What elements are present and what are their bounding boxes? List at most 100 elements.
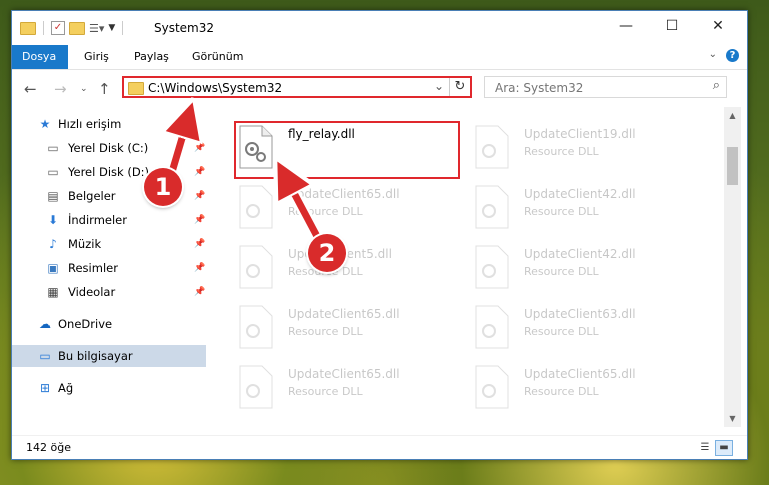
nav-item-downloads[interactable]: ⬇ İndirmeler 📌 — [12, 209, 206, 231]
quick-access-toolbar: ✓ ☰▾ ▼ — [20, 21, 126, 35]
pin-icon[interactable]: 📌 — [194, 161, 205, 183]
nav-label: Hızlı erişim — [58, 117, 122, 131]
address-path[interactable]: C:\Windows\System32 — [148, 81, 282, 95]
status-bar: 142 öğe ☰ ▬ — [12, 435, 747, 458]
expand-ribbon-icon[interactable]: ⌄ — [709, 49, 717, 60]
refresh-icon[interactable]: ↻ — [449, 78, 470, 96]
explorer-window: ✓ ☰▾ ▼ System32 — ☐ ✕ Dosya Giriş Paylaş… — [11, 10, 748, 460]
close-button[interactable]: ✕ — [695, 11, 741, 41]
file-name: UpdateClient65.dll — [288, 307, 400, 321]
toolbar-divider — [122, 21, 124, 35]
file-item[interactable]: UpdateClient65.dll Resource DLL — [238, 365, 468, 421]
customize-toolbar-icon[interactable]: ☰▾ — [89, 22, 104, 35]
videos-icon: ▦ — [47, 285, 59, 299]
cloud-icon: ☁ — [39, 317, 51, 331]
toolbar-divider — [43, 21, 44, 35]
pin-icon[interactable]: 📌 — [194, 281, 205, 303]
pin-icon[interactable]: 📌 — [194, 209, 205, 231]
nav-quick-access[interactable]: ★ Hızlı erişim — [12, 113, 206, 135]
drive-icon: ▭ — [47, 165, 59, 179]
nav-label: İndirmeler — [68, 213, 127, 227]
file-type: Resource DLL — [524, 205, 599, 218]
vertical-scrollbar[interactable]: ▲ ▼ — [724, 107, 741, 427]
tab-view[interactable]: Görünüm — [182, 45, 253, 69]
large-icons-view-icon[interactable]: ▬ — [715, 440, 733, 456]
item-count: 142 öğe — [26, 441, 71, 454]
nav-item-videos[interactable]: ▦ Videolar 📌 — [12, 281, 206, 303]
dll-file-icon — [475, 245, 509, 289]
file-item[interactable]: UpdateClient65.dll Resource DLL — [238, 305, 468, 361]
drive-icon: ▭ — [47, 141, 59, 155]
network-icon: ⊞ — [39, 381, 51, 395]
file-list: fly_relay.dll UpdateClient19.dll Resourc… — [210, 107, 724, 427]
folder-icon — [20, 21, 36, 35]
pin-icon[interactable]: 📌 — [194, 137, 205, 159]
scroll-thumb[interactable] — [727, 147, 738, 185]
dll-file-icon — [475, 365, 509, 409]
toolbar-dropdown-icon[interactable]: ▼ — [108, 23, 115, 33]
help-icon[interactable]: ? — [726, 49, 739, 62]
minimize-button[interactable]: — — [603, 11, 649, 41]
file-type: Resource DLL — [288, 325, 363, 338]
file-item[interactable]: UpdateClient63.dll Resource DLL — [474, 305, 704, 361]
documents-icon: ▤ — [47, 189, 59, 203]
tab-share[interactable]: Paylaş — [124, 45, 179, 69]
maximize-button[interactable]: ☐ — [649, 11, 695, 41]
pictures-icon: ▣ — [47, 261, 59, 275]
scroll-down-icon[interactable]: ▼ — [724, 410, 741, 427]
search-box[interactable]: ⌕ — [484, 76, 727, 98]
file-item[interactable]: UpdateClient19.dll Resource DLL — [474, 125, 704, 181]
file-name: UpdateClient42.dll — [524, 187, 636, 201]
address-bar[interactable]: C:\Windows\System32 ⌄ ↻ — [122, 76, 472, 98]
file-type: Resource DLL — [288, 385, 363, 398]
nav-item-pictures[interactable]: ▣ Resimler 📌 — [12, 257, 206, 279]
file-name: UpdateClient19.dll — [524, 127, 636, 141]
chevron-down-icon[interactable]: ⌄ — [434, 79, 444, 93]
nav-label: Yerel Disk (C:) — [68, 141, 149, 155]
nav-label: Ağ — [58, 381, 74, 395]
file-item[interactable]: UpdateClient5.dll Resource DLL — [238, 245, 468, 301]
file-name: UpdateClient42.dll — [524, 247, 636, 261]
back-arrow-icon[interactable]: ← — [24, 80, 37, 98]
ribbon: Dosya Giriş Paylaş Görünüm ⌄ ? — [12, 45, 747, 70]
file-type: Resource DLL — [288, 205, 363, 218]
search-icon[interactable]: ⌕ — [713, 78, 720, 93]
up-arrow-icon[interactable]: ↑ — [98, 80, 111, 98]
file-name: UpdateClient65.dll — [288, 367, 400, 381]
dll-file-icon — [475, 305, 509, 349]
dll-file-icon — [239, 365, 273, 409]
computer-icon: ▭ — [39, 349, 51, 363]
window-title: System32 — [154, 21, 215, 35]
pin-icon[interactable]: 📌 — [194, 233, 205, 255]
tab-home[interactable]: Giriş — [74, 45, 119, 69]
properties-icon[interactable]: ✓ — [51, 21, 65, 35]
pin-icon[interactable]: 📌 — [194, 185, 205, 207]
file-item[interactable]: UpdateClient42.dll Resource DLL — [474, 245, 704, 301]
nav-label: Bu bilgisayar — [58, 349, 133, 363]
nav-this-pc[interactable]: ▭ Bu bilgisayar — [12, 345, 206, 367]
forward-arrow-icon[interactable]: → — [54, 80, 67, 98]
recent-locations-icon[interactable]: ⌄ — [80, 84, 88, 94]
file-item[interactable]: UpdateClient65.dll Resource DLL — [238, 185, 468, 241]
search-input[interactable] — [493, 80, 697, 96]
pin-icon[interactable]: 📌 — [194, 257, 205, 279]
details-view-icon[interactable]: ☰ — [696, 440, 714, 456]
step-2-badge: 2 — [308, 234, 346, 272]
nav-onedrive[interactable]: ☁ OneDrive — [12, 313, 206, 335]
navigation-pane: ★ Hızlı erişim ▭ Yerel Disk (C:) 📌 ▭ Yer… — [12, 107, 208, 427]
nav-item-drive-c[interactable]: ▭ Yerel Disk (C:) 📌 — [12, 137, 206, 159]
nav-item-music[interactable]: ♪ Müzik 📌 — [12, 233, 206, 255]
file-item[interactable]: UpdateClient65.dll Resource DLL — [474, 365, 704, 421]
new-folder-icon[interactable] — [69, 21, 85, 35]
nav-label: Yerel Disk (D:) — [68, 165, 150, 179]
nav-network[interactable]: ⊞ Ağ — [12, 377, 206, 399]
nav-label: Resimler — [68, 261, 118, 275]
file-type: Resource DLL — [524, 145, 599, 158]
tab-file[interactable]: Dosya — [12, 45, 68, 69]
nav-label: Müzik — [68, 237, 102, 251]
file-item[interactable]: UpdateClient42.dll Resource DLL — [474, 185, 704, 241]
title-bar: ✓ ☰▾ ▼ System32 — ☐ ✕ — [12, 11, 747, 45]
file-type: Resource DLL — [524, 325, 599, 338]
scroll-up-icon[interactable]: ▲ — [724, 107, 741, 124]
step-1-badge: 1 — [144, 168, 182, 206]
